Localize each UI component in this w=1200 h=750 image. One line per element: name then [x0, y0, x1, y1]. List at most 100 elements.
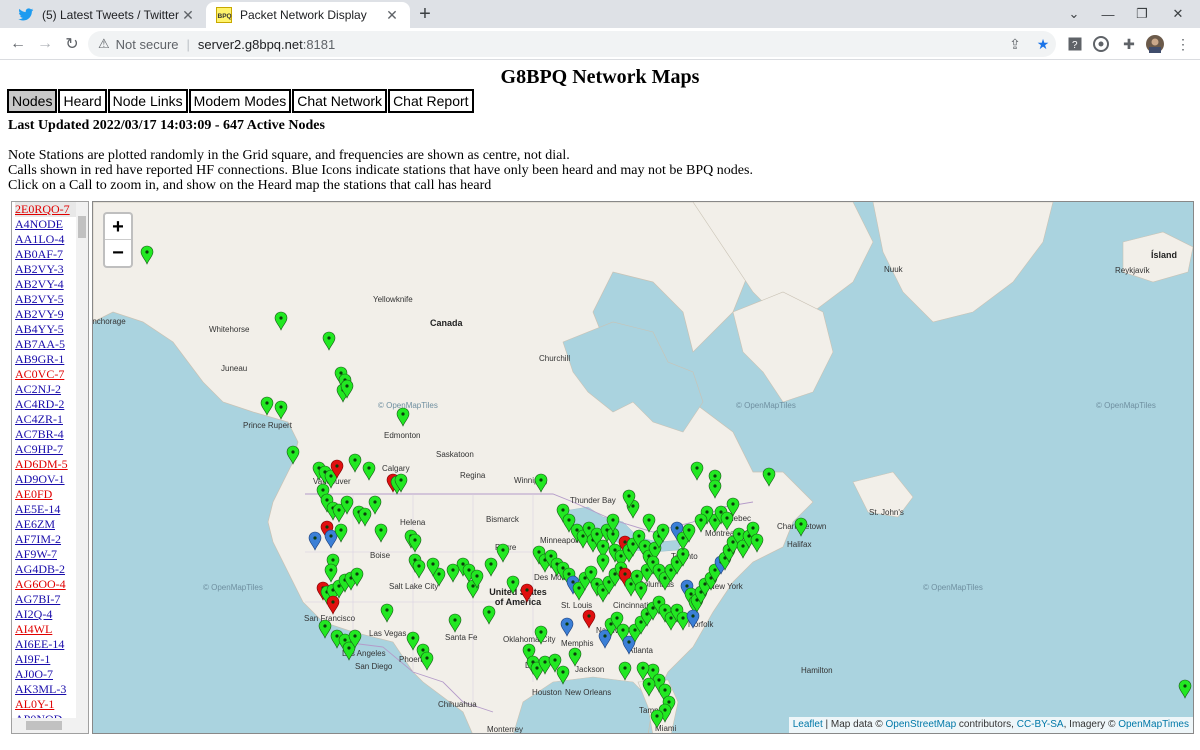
heard-station-marker[interactable]: [686, 609, 700, 629]
call-link[interactable]: AF9W-7: [15, 547, 77, 562]
node-marker[interactable]: [324, 563, 338, 583]
node-marker[interactable]: [496, 543, 510, 563]
node-marker[interactable]: [260, 396, 274, 416]
node-marker[interactable]: [406, 631, 420, 651]
node-marker[interactable]: [636, 661, 650, 681]
menu-kebab-icon[interactable]: ⋮: [1172, 33, 1194, 55]
call-link[interactable]: 2E0RQO-7: [15, 202, 77, 217]
node-marker[interactable]: [534, 625, 548, 645]
leaflet-link[interactable]: Leaflet: [793, 719, 823, 730]
cc-by-sa-link[interactable]: CC-BY-SA: [1017, 719, 1064, 730]
node-marker[interactable]: [396, 407, 410, 427]
call-link[interactable]: AJ0O-7: [15, 667, 77, 682]
heard-station-marker[interactable]: [308, 531, 322, 551]
call-link[interactable]: AB2VY-4: [15, 277, 77, 292]
browser-tab-twitter[interactable]: (5) Latest Tweets / Twitter ✕: [8, 2, 206, 28]
close-icon[interactable]: ✕: [180, 7, 196, 24]
restore-icon[interactable]: ❐: [1124, 0, 1160, 28]
call-link[interactable]: AB0AF-7: [15, 247, 77, 262]
call-link[interactable]: AG7BI-7: [15, 592, 77, 607]
call-list-vertical-scrollbar[interactable]: [76, 202, 88, 719]
node-marker[interactable]: [634, 581, 648, 601]
node-marker[interactable]: [408, 533, 422, 553]
node-marker[interactable]: [1178, 679, 1192, 699]
call-link[interactable]: AG6OO-4: [15, 577, 77, 592]
call-link[interactable]: AI2Q-4: [15, 607, 77, 622]
profile-avatar-icon[interactable]: [1144, 33, 1166, 55]
node-marker[interactable]: [650, 709, 664, 729]
node-marker[interactable]: [318, 619, 332, 639]
minimize-icon[interactable]: —: [1090, 0, 1126, 28]
call-link[interactable]: AF7IM-2: [15, 532, 77, 547]
heard-station-marker[interactable]: [324, 529, 338, 549]
call-link[interactable]: AG4DB-2: [15, 562, 77, 577]
call-link[interactable]: AE6ZM: [15, 517, 77, 532]
node-marker[interactable]: [596, 553, 610, 573]
node-marker[interactable]: [568, 647, 582, 667]
call-link[interactable]: AI4WL: [15, 622, 77, 637]
close-icon[interactable]: ✕: [384, 7, 400, 24]
node-marker[interactable]: [694, 513, 708, 533]
node-marker[interactable]: [642, 513, 656, 533]
call-link[interactable]: AB2VY-9: [15, 307, 77, 322]
node-marker[interactable]: [348, 453, 362, 473]
node-marker[interactable]: [368, 495, 382, 515]
call-link[interactable]: AK3ML-3: [15, 682, 77, 697]
call-link[interactable]: AB9GR-1: [15, 352, 77, 367]
call-link[interactable]: AE0FD: [15, 487, 77, 502]
tab-modem-modes[interactable]: Modem Modes: [188, 89, 292, 113]
call-link[interactable]: AL0Y-1: [15, 697, 77, 712]
url-port[interactable]: :8181: [303, 37, 336, 52]
call-link[interactable]: AC0VC-7: [15, 367, 77, 382]
tab-chat-network[interactable]: Chat Network: [292, 89, 388, 113]
hf-node-marker[interactable]: [326, 595, 340, 615]
warning-triangle-icon[interactable]: ⚠: [98, 36, 110, 52]
call-link[interactable]: AE5E-14: [15, 502, 77, 517]
node-marker[interactable]: [420, 651, 434, 671]
new-tab-icon[interactable]: +: [414, 3, 436, 25]
call-link[interactable]: AD9OV-1: [15, 472, 77, 487]
zoom-out-button[interactable]: −: [105, 240, 131, 266]
node-marker[interactable]: [506, 575, 520, 595]
network-map[interactable]: Anchorage Whitehorse Yellowknife Canada …: [92, 201, 1194, 734]
node-marker[interactable]: [794, 517, 808, 537]
node-marker[interactable]: [286, 445, 300, 465]
node-marker[interactable]: [762, 467, 776, 487]
call-link[interactable]: AA1LO-4: [15, 232, 77, 247]
node-marker[interactable]: [362, 461, 376, 481]
zoom-in-button[interactable]: +: [105, 214, 131, 240]
share-icon[interactable]: ⇪: [1004, 33, 1026, 55]
node-marker[interactable]: [534, 473, 548, 493]
call-link[interactable]: AB2VY-3: [15, 262, 77, 277]
extension-help-icon[interactable]: ?: [1064, 33, 1086, 55]
node-marker[interactable]: [274, 400, 288, 420]
call-link[interactable]: AI9F-1: [15, 652, 77, 667]
node-marker[interactable]: [274, 311, 288, 331]
node-marker[interactable]: [322, 331, 336, 351]
call-link[interactable]: AC9HP-7: [15, 442, 77, 457]
scrollbar-thumb[interactable]: [26, 721, 62, 730]
call-link[interactable]: AC7BR-4: [15, 427, 77, 442]
call-list-horizontal-scrollbar[interactable]: [12, 718, 88, 733]
node-marker[interactable]: [708, 479, 722, 499]
tab-search-chevron-icon[interactable]: ⌄: [1056, 0, 1092, 28]
extensions-puzzle-icon[interactable]: ✚: [1118, 33, 1140, 55]
node-marker[interactable]: [720, 511, 734, 531]
node-marker[interactable]: [446, 563, 460, 583]
heard-station-marker[interactable]: [560, 617, 574, 637]
tab-node-links[interactable]: Node Links: [107, 89, 188, 113]
call-link[interactable]: AI6EE-14: [15, 637, 77, 652]
node-marker[interactable]: [374, 523, 388, 543]
call-link[interactable]: AB2VY-5: [15, 292, 77, 307]
node-marker[interactable]: [484, 557, 498, 577]
call-link[interactable]: AD6DM-5: [15, 457, 77, 472]
openstreetmap-link[interactable]: OpenStreetMap: [886, 719, 957, 730]
url-host[interactable]: server2.g8bpq.net: [198, 37, 303, 52]
call-link[interactable]: AC2NJ-2: [15, 382, 77, 397]
node-marker[interactable]: [750, 533, 764, 553]
call-list[interactable]: 2E0RQO-7 A4NODE AA1LO-4 AB0AF-7 AB2VY-3 AB2VY…: [11, 201, 89, 734]
node-marker[interactable]: [380, 603, 394, 623]
address-bar[interactable]: ⚠ Not secure | server2.g8bpq.net :8181: [88, 31, 1056, 57]
forward-arrow-icon[interactable]: →: [33, 32, 57, 56]
bookmark-star-icon[interactable]: ★: [1032, 33, 1054, 55]
